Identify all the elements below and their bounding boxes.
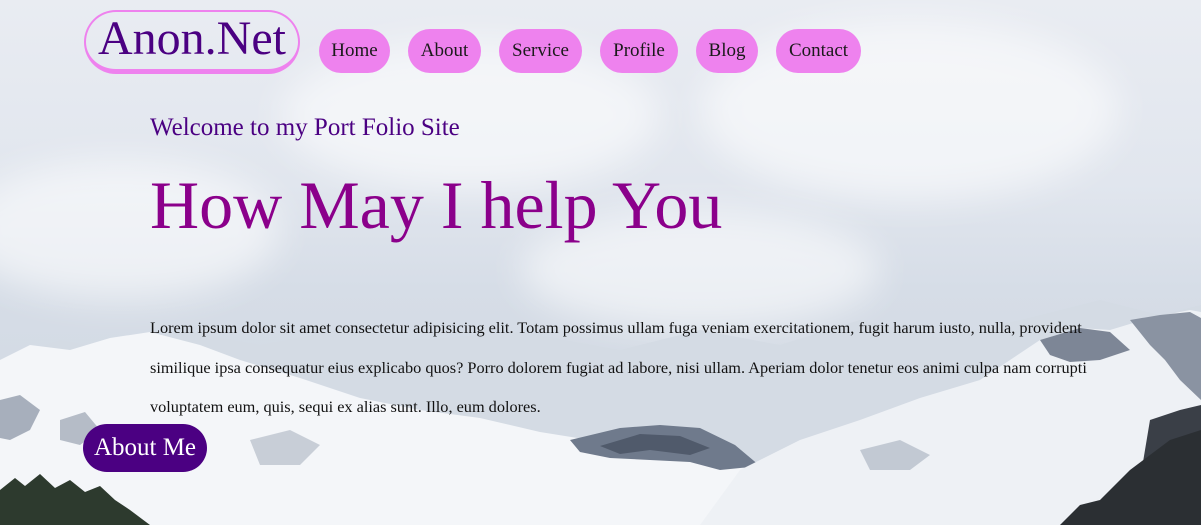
nav-service-button[interactable]: Service (499, 29, 582, 73)
nav-contact-button[interactable]: Contact (776, 29, 861, 73)
brand-logo[interactable]: Anon.Net (84, 10, 300, 74)
hero-paragraph: Lorem ipsum dolor sit amet consectetur a… (150, 318, 1087, 416)
nav-profile-button[interactable]: Profile (600, 29, 678, 73)
nav-about-button[interactable]: About (408, 29, 481, 73)
brand-name: Anon.Net (98, 11, 286, 65)
nav-home-button[interactable]: Home (319, 29, 390, 73)
hero-subtitle: Welcome to my Port Folio Site (150, 114, 460, 141)
hero-headline: How May I help You (150, 167, 723, 243)
nav-blog-button[interactable]: Blog (696, 29, 758, 73)
about-me-button[interactable]: About Me (83, 424, 207, 472)
